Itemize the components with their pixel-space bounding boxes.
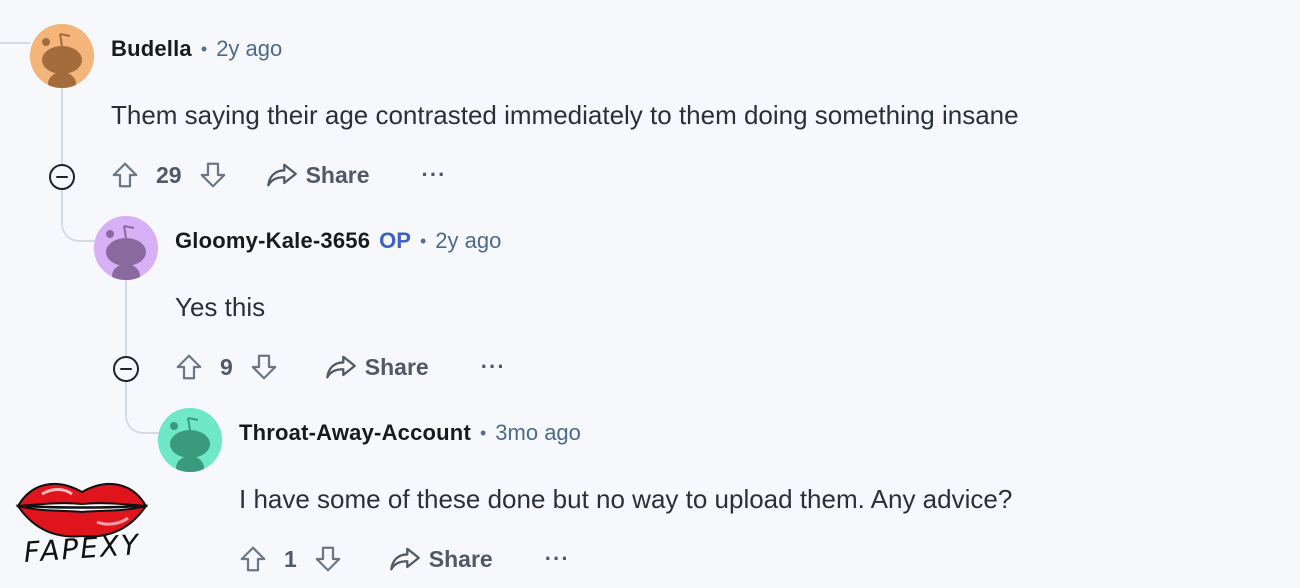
thread-line xyxy=(0,0,30,44)
timestamp[interactable]: 2y ago xyxy=(216,36,282,62)
downvote-button[interactable] xyxy=(311,542,345,576)
share-button[interactable]: Share xyxy=(389,545,493,573)
comment-body: Them saying their age contrasted immedia… xyxy=(111,100,1019,130)
username[interactable]: Gloomy-Kale-3656 xyxy=(175,228,370,254)
share-label: Share xyxy=(428,545,493,572)
separator-dot: • xyxy=(200,38,208,59)
snoo-avatar-icon xyxy=(158,408,222,472)
timestamp[interactable]: 3mo ago xyxy=(495,420,581,446)
share-icon xyxy=(389,547,420,571)
avatar[interactable] xyxy=(94,216,158,280)
comment-meta: Gloomy-Kale-3656 OP • 2y ago xyxy=(175,228,501,254)
separator-dot: • xyxy=(479,422,487,443)
vote-score: 29 xyxy=(156,161,182,188)
upvote-button[interactable] xyxy=(108,158,142,192)
downvote-button[interactable] xyxy=(196,158,230,192)
comment-body: I have some of these done but no way to … xyxy=(239,484,1013,514)
downvote-icon xyxy=(315,546,341,572)
thread-line xyxy=(125,280,127,356)
share-icon xyxy=(325,355,356,379)
share-button[interactable]: Share xyxy=(266,161,370,189)
snoo-avatar-icon xyxy=(30,24,94,88)
collapse-button[interactable] xyxy=(113,356,139,382)
upvote-icon xyxy=(240,546,266,572)
upvote-icon xyxy=(112,162,138,188)
comment-thread: Budella • 2y ago Them saying their age c… xyxy=(0,0,1300,588)
upvote-button[interactable] xyxy=(172,350,206,384)
comment-actions: 9 Share ··· xyxy=(172,350,506,384)
share-label: Share xyxy=(364,353,429,380)
more-options-button[interactable]: ··· xyxy=(545,546,570,572)
comment-meta: Throat-Away-Account • 3mo ago xyxy=(239,420,581,446)
username[interactable]: Throat-Away-Account xyxy=(239,420,471,446)
comment-body: Yes this xyxy=(175,292,266,322)
op-badge: OP xyxy=(379,228,411,253)
comment-actions: 1 Share ··· xyxy=(236,542,570,576)
comment-actions: 29 Share ··· xyxy=(108,158,447,192)
avatar[interactable] xyxy=(30,24,94,88)
share-icon xyxy=(266,163,297,187)
minus-icon xyxy=(56,175,68,179)
upvote-button[interactable] xyxy=(236,542,270,576)
comment-meta: Budella • 2y ago xyxy=(111,36,282,62)
more-options-button[interactable]: ··· xyxy=(422,162,447,188)
thread-line xyxy=(61,190,95,242)
thread-line xyxy=(125,382,159,434)
watermark-logo: FAPEXY xyxy=(12,472,152,582)
vote-score: 9 xyxy=(220,353,233,380)
downvote-icon xyxy=(251,354,277,380)
snoo-avatar-icon xyxy=(94,216,158,280)
collapse-button[interactable] xyxy=(49,164,75,190)
avatar[interactable] xyxy=(158,408,222,472)
vote-score: 1 xyxy=(284,545,297,572)
upvote-icon xyxy=(176,354,202,380)
timestamp[interactable]: 2y ago xyxy=(435,228,501,254)
username[interactable]: Budella xyxy=(111,36,192,62)
share-button[interactable]: Share xyxy=(325,353,429,381)
more-options-button[interactable]: ··· xyxy=(481,354,506,380)
downvote-button[interactable] xyxy=(247,350,281,384)
thread-line xyxy=(61,88,63,164)
minus-icon xyxy=(120,367,132,371)
downvote-icon xyxy=(200,162,225,188)
separator-dot: • xyxy=(419,230,427,251)
share-label: Share xyxy=(305,161,370,188)
